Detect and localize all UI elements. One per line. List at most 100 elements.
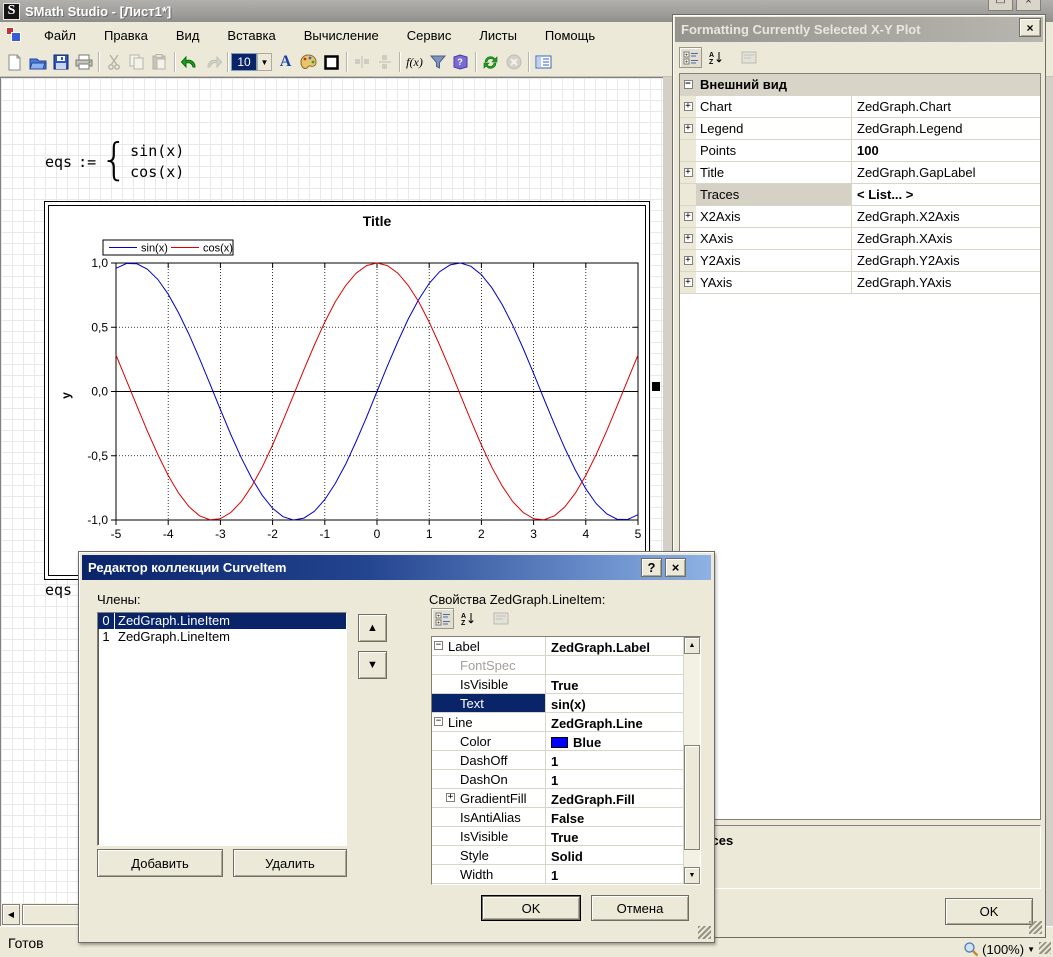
property-value[interactable]: ZedGraph.XAxis <box>852 228 1040 249</box>
collapse-icon[interactable]: − <box>684 80 693 89</box>
members-listbox[interactable]: 0ZedGraph.LineItem1ZedGraph.LineItem <box>97 612 347 846</box>
property-row-yaxis[interactable]: +YAxisZedGraph.YAxis <box>680 272 1040 294</box>
border-icon[interactable] <box>320 51 343 74</box>
dialog-help-button[interactable]: ? <box>641 558 662 577</box>
categorized-view-icon[interactable]: ++ <box>679 47 702 68</box>
prop-value[interactable]: ZedGraph.Line <box>546 713 683 731</box>
menu-item-7[interactable]: Листы <box>465 24 531 47</box>
menu-item-5[interactable]: Вычисление <box>290 24 393 47</box>
lineitem-prop-text[interactable]: Textsin(x) <box>432 694 683 713</box>
prop-value[interactable] <box>546 656 683 674</box>
alphabetical-sort-icon[interactable]: AZ <box>456 608 479 629</box>
expand-icon[interactable]: + <box>684 256 693 265</box>
prop-value[interactable]: 1 <box>546 865 683 883</box>
menu-item-3[interactable]: Вид <box>162 24 214 47</box>
grid-scrollbar-thumb[interactable] <box>684 745 700 850</box>
property-value[interactable]: ZedGraph.X2Axis <box>852 206 1040 227</box>
lineitem-prop-line[interactable]: Line−ZedGraph.Line <box>432 713 683 732</box>
palette-icon[interactable] <box>297 51 320 74</box>
insert-function-icon[interactable]: f(x) <box>403 51 426 74</box>
lineitem-property-grid[interactable]: Label−ZedGraph.LabelFontSpecIsVisibleTru… <box>431 636 701 885</box>
prop-value[interactable]: ZedGraph.Link <box>546 884 683 885</box>
property-value[interactable]: ZedGraph.Y2Axis <box>852 250 1040 271</box>
property-row-x2axis[interactable]: +X2AxisZedGraph.X2Axis <box>680 206 1040 228</box>
lineitem-prop-width[interactable]: Width1 <box>432 865 683 884</box>
menu-item-8[interactable]: Помощь <box>531 24 609 47</box>
category-row[interactable]: −Внешний вид <box>680 74 1040 96</box>
property-row-title[interactable]: +TitleZedGraph.GapLabel <box>680 162 1040 184</box>
prop-value[interactable]: Blue <box>546 732 683 750</box>
expand-icon[interactable]: + <box>684 168 693 177</box>
lineitem-prop-isvisible[interactable]: IsVisibleTrue <box>432 675 683 694</box>
member-item-1[interactable]: 1ZedGraph.LineItem <box>98 629 346 645</box>
member-item-0[interactable]: 0ZedGraph.LineItem <box>98 613 346 629</box>
property-row-chart[interactable]: +ChartZedGraph.Chart <box>680 96 1040 118</box>
property-value[interactable]: ZedGraph.GapLabel <box>852 162 1040 183</box>
scroll-up-icon[interactable]: ▲ <box>684 637 700 654</box>
equation-fragment[interactable]: eqs <box>45 581 72 599</box>
resize-grip[interactable] <box>1039 942 1051 954</box>
dialog-ok-button[interactable]: OK <box>481 895 581 921</box>
formatting-ok-button[interactable]: OK <box>945 898 1033 925</box>
expand-icon[interactable]: + <box>684 102 693 111</box>
dialog-titlebar[interactable]: Редактор коллекции CurveItem <box>82 555 711 580</box>
property-value[interactable]: 100 <box>852 140 1040 161</box>
font-color-icon[interactable]: A <box>274 51 297 74</box>
dialog-close-button[interactable]: × <box>665 558 686 577</box>
prop-value[interactable]: True <box>546 675 683 693</box>
property-value[interactable]: ZedGraph.Legend <box>852 118 1040 139</box>
formatting-resize-grip[interactable] <box>1029 921 1042 934</box>
formatting-titlebar[interactable]: Formatting Currently Selected X-Y Plot <box>675 17 1043 42</box>
lineitem-prop-color[interactable]: ColorBlue <box>432 732 683 751</box>
expand-icon[interactable]: + <box>446 793 455 802</box>
maximize-button-partial[interactable]: ▭ <box>988 0 1013 11</box>
lineitem-prop-label[interactable]: Label−ZedGraph.Label <box>432 637 683 656</box>
add-button[interactable]: Добавить <box>97 849 223 877</box>
dialog-resize-grip[interactable] <box>698 926 711 939</box>
lineitem-prop-style[interactable]: StyleSolid <box>432 846 683 865</box>
property-value[interactable]: < List... > <box>852 184 1040 205</box>
font-size-input[interactable]: 10 <box>231 53 257 71</box>
prop-value[interactable]: 1 <box>546 770 683 788</box>
lineitem-prop-dashon[interactable]: DashOn1 <box>432 770 683 789</box>
categorized-view-icon[interactable]: ++ <box>431 608 454 629</box>
expand-icon[interactable]: + <box>684 234 693 243</box>
recalculate-icon[interactable] <box>479 51 502 74</box>
plot-property-grid[interactable]: −Внешний вид+ChartZedGraph.Chart+LegendZ… <box>679 73 1041 820</box>
property-row-y2axis[interactable]: +Y2AxisZedGraph.Y2Axis <box>680 250 1040 272</box>
close-button-partial[interactable]: × <box>1016 0 1041 11</box>
open-file-icon[interactable] <box>26 51 49 74</box>
collapse-icon[interactable]: − <box>434 641 443 650</box>
lineitem-prop-gradientfill[interactable]: GradientFill+ZedGraph.Fill <box>432 789 683 808</box>
menu-item-4[interactable]: Вставка <box>213 24 289 47</box>
prop-value[interactable]: sin(x) <box>546 694 683 712</box>
property-row-points[interactable]: Points100 <box>680 140 1040 162</box>
zoom-control[interactable]: (100%) ▼ <box>963 941 1035 957</box>
prop-value[interactable]: ZedGraph.Label <box>546 637 683 655</box>
menu-item-1[interactable]: Файл <box>30 24 90 47</box>
move-down-button[interactable]: ▼ <box>358 651 387 679</box>
property-value[interactable]: ZedGraph.YAxis <box>852 272 1040 293</box>
move-up-button[interactable]: ▲ <box>358 614 387 642</box>
properties-list-icon[interactable] <box>532 51 555 74</box>
zoom-dropdown-icon[interactable]: ▼ <box>1027 945 1035 954</box>
scroll-down-icon[interactable]: ▼ <box>684 867 700 884</box>
formatting-close-button[interactable]: × <box>1019 18 1041 37</box>
reference-book-icon[interactable]: ? <box>449 51 472 74</box>
alphabetical-sort-icon[interactable]: AZ <box>704 47 727 68</box>
equation-eqs-definition[interactable]: eqs := { sin(x) cos(x) <box>45 134 184 189</box>
lineitem-prop-isantialias[interactable]: IsAntiAliasFalse <box>432 808 683 827</box>
prop-value[interactable]: True <box>546 827 683 845</box>
menu-item-2[interactable]: Правка <box>90 24 162 47</box>
expand-icon[interactable]: + <box>684 124 693 133</box>
save-icon[interactable] <box>49 51 72 74</box>
prop-value[interactable]: Solid <box>546 846 683 864</box>
remove-button[interactable]: Удалить <box>233 849 347 877</box>
lineitem-prop-link[interactable]: LinkZedGraph.Link <box>432 884 683 885</box>
property-row-legend[interactable]: +LegendZedGraph.Legend <box>680 118 1040 140</box>
property-row-xaxis[interactable]: +XAxisZedGraph.XAxis <box>680 228 1040 250</box>
property-value[interactable]: ZedGraph.Chart <box>852 96 1040 117</box>
collapse-icon[interactable]: − <box>434 717 443 726</box>
expand-icon[interactable]: + <box>684 212 693 221</box>
font-size-dropdown[interactable]: ▼ <box>257 53 272 71</box>
